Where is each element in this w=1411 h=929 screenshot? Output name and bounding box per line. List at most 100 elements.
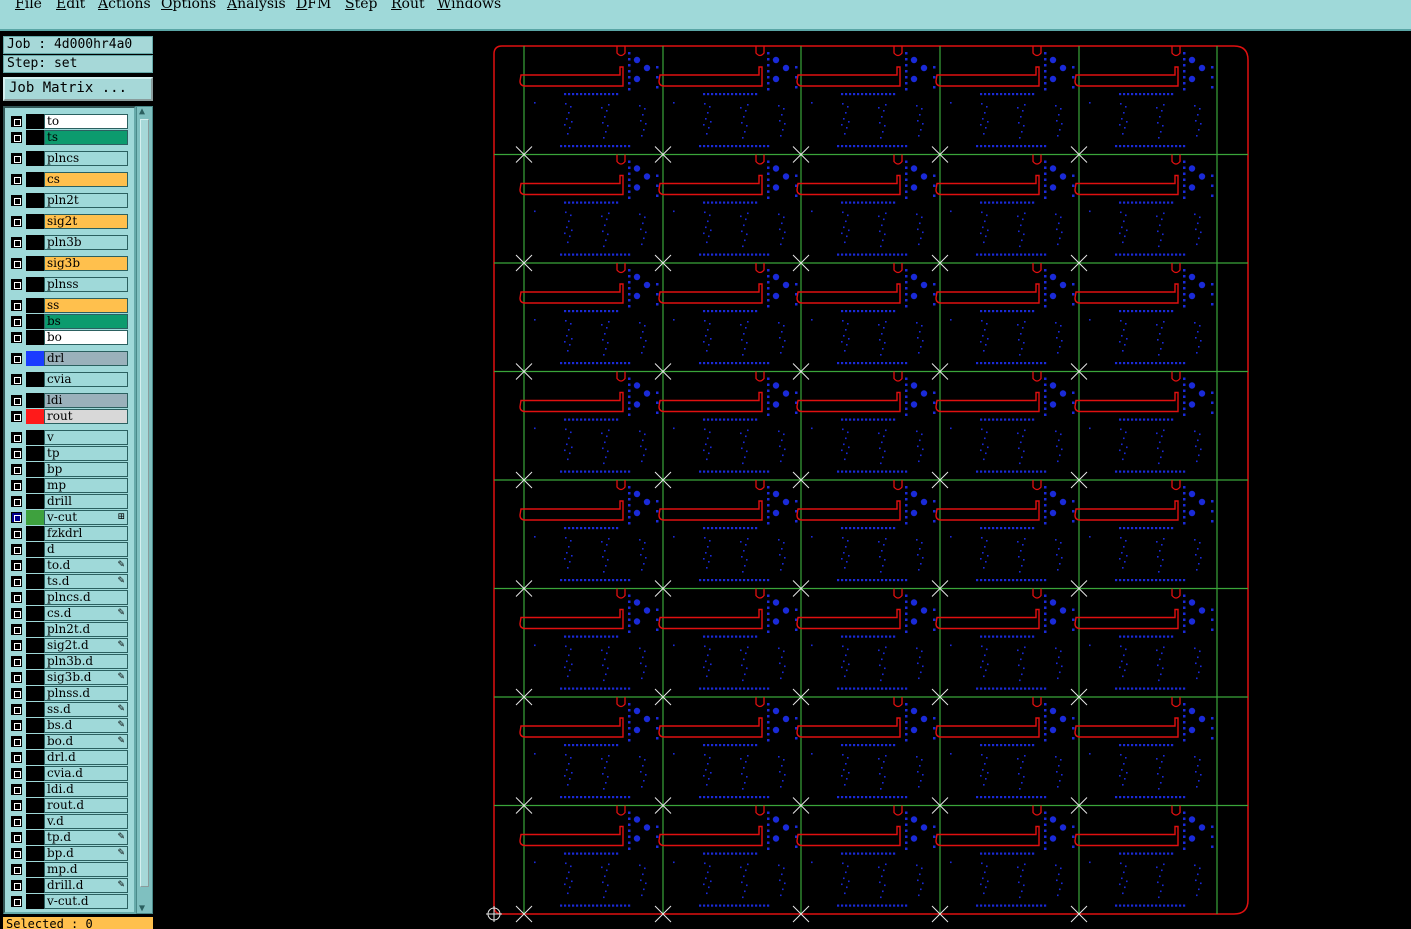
layer-checkbox[interactable]: [11, 640, 22, 651]
board-drawing[interactable]: [156, 33, 1411, 929]
layer-row-drl[interactable]: drl: [7, 351, 131, 366]
layer-row-v.d[interactable]: v.d: [7, 814, 131, 829]
layer-color-swatch[interactable]: [26, 314, 44, 329]
layer-checkbox[interactable]: [11, 480, 22, 491]
layer-checkbox[interactable]: [11, 704, 22, 715]
layer-row-mp[interactable]: mp: [7, 478, 131, 493]
layer-color-swatch[interactable]: [26, 494, 44, 509]
layer-checkbox[interactable]: [11, 592, 22, 603]
layer-color-swatch[interactable]: [26, 830, 44, 845]
layer-color-swatch[interactable]: [26, 277, 44, 292]
layer-checkbox[interactable]: [11, 116, 22, 127]
layer-row-pln3b.d[interactable]: pln3b.d: [7, 654, 131, 669]
layer-row-drill.d[interactable]: drill.d ✎: [7, 878, 131, 893]
menu-options[interactable]: Options: [161, 0, 216, 12]
layer-color-swatch[interactable]: [26, 256, 44, 271]
layer-row-tp[interactable]: tp: [7, 446, 131, 461]
layer-name[interactable]: cs.d ✎: [44, 606, 128, 621]
layer-row-bs.d[interactable]: bs.d ✎: [7, 718, 131, 733]
layer-checkbox[interactable]: [11, 448, 22, 459]
layer-row-plncs[interactable]: plncs: [7, 151, 131, 166]
layer-row-drl.d[interactable]: drl.d: [7, 750, 131, 765]
menu-windows[interactable]: Windows: [437, 0, 501, 12]
layer-checkbox[interactable]: [11, 353, 22, 364]
layer-color-swatch[interactable]: [26, 151, 44, 166]
menu-edit[interactable]: Edit: [56, 0, 85, 12]
layer-color-swatch[interactable]: [26, 654, 44, 669]
layer-row-ldi.d[interactable]: ldi.d: [7, 782, 131, 797]
layer-checkbox[interactable]: [11, 656, 22, 667]
layer-color-swatch[interactable]: [26, 409, 44, 424]
layer-color-swatch[interactable]: [26, 718, 44, 733]
layer-name[interactable]: rout.d: [44, 798, 128, 813]
layer-name[interactable]: ldi.d: [44, 782, 128, 797]
layer-name[interactable]: ss: [44, 298, 128, 313]
layer-row-rout.d[interactable]: rout.d: [7, 798, 131, 813]
layer-checkbox[interactable]: [11, 237, 22, 248]
layer-color-swatch[interactable]: [26, 734, 44, 749]
layer-list-scrollbar[interactable]: ▲ ▼: [136, 106, 153, 914]
layer-checkbox[interactable]: [11, 864, 22, 875]
layer-checkbox[interactable]: [11, 720, 22, 731]
layer-checkbox[interactable]: [11, 736, 22, 747]
layer-name[interactable]: plncs.d: [44, 590, 128, 605]
scroll-down-arrow-icon[interactable]: ▼: [139, 903, 145, 914]
layer-row-cs[interactable]: cs: [7, 172, 131, 187]
layer-row-tp.d[interactable]: tp.d ✎: [7, 830, 131, 845]
layer-name[interactable]: bs: [44, 314, 128, 329]
layer-name[interactable]: plnss.d: [44, 686, 128, 701]
layer-checkbox[interactable]: [11, 560, 22, 571]
layer-row-mp.d[interactable]: mp.d: [7, 862, 131, 877]
layer-checkbox[interactable]: [11, 174, 22, 185]
layer-checkbox[interactable]: [11, 608, 22, 619]
layer-color-swatch[interactable]: [26, 766, 44, 781]
layer-color-swatch[interactable]: [26, 462, 44, 477]
layer-checkbox[interactable]: [11, 432, 22, 443]
layer-row-bp[interactable]: bp: [7, 462, 131, 477]
layer-checkbox[interactable]: [11, 768, 22, 779]
layer-checkbox[interactable]: [11, 411, 22, 422]
layer-row-bo[interactable]: bo: [7, 330, 131, 345]
layer-name[interactable]: pln2t.d: [44, 622, 128, 637]
menu-step[interactable]: Step: [345, 0, 377, 12]
layer-color-swatch[interactable]: [26, 298, 44, 313]
layer-color-swatch[interactable]: [26, 638, 44, 653]
layer-name[interactable]: pln3b: [44, 235, 128, 250]
layer-checkbox[interactable]: [11, 784, 22, 795]
layer-color-swatch[interactable]: [26, 846, 44, 861]
layer-name[interactable]: fzkdrl: [44, 526, 128, 541]
layer-checkbox[interactable]: [11, 332, 22, 343]
layer-color-swatch[interactable]: [26, 330, 44, 345]
layer-color-swatch[interactable]: [26, 193, 44, 208]
layer-row-drill[interactable]: drill: [7, 494, 131, 509]
menu-dfm[interactable]: DFM: [296, 0, 331, 12]
layer-name[interactable]: tp.d ✎: [44, 830, 128, 845]
layer-row-rout[interactable]: rout: [7, 409, 131, 424]
layer-checkbox[interactable]: [11, 688, 22, 699]
layer-color-swatch[interactable]: [26, 670, 44, 685]
layer-name[interactable]: sig3b.d ✎: [44, 670, 128, 685]
layer-row-plnss[interactable]: plnss: [7, 277, 131, 292]
layer-color-swatch[interactable]: [26, 235, 44, 250]
layer-row-pln3b[interactable]: pln3b: [7, 235, 131, 250]
layer-color-swatch[interactable]: [26, 446, 44, 461]
layer-color-swatch[interactable]: [26, 558, 44, 573]
layer-name[interactable]: to: [44, 114, 128, 129]
layer-color-swatch[interactable]: [26, 686, 44, 701]
layer-name[interactable]: bo: [44, 330, 128, 345]
layer-checkbox[interactable]: [11, 848, 22, 859]
layer-row-ldi[interactable]: ldi: [7, 393, 131, 408]
layer-row-sig3b[interactable]: sig3b: [7, 256, 131, 271]
layer-name[interactable]: drill.d ✎: [44, 878, 128, 893]
layer-row-ts[interactable]: ts: [7, 130, 131, 145]
layer-name[interactable]: mp.d: [44, 862, 128, 877]
layer-checkbox[interactable]: [11, 464, 22, 475]
layer-row-bp.d[interactable]: bp.d ✎: [7, 846, 131, 861]
layer-row-ss[interactable]: ss: [7, 298, 131, 313]
layer-color-swatch[interactable]: [26, 590, 44, 605]
layer-row-ss.d[interactable]: ss.d ✎: [7, 702, 131, 717]
layer-name[interactable]: ts: [44, 130, 128, 145]
layer-name[interactable]: sig3b: [44, 256, 128, 271]
layer-checkbox[interactable]: [11, 132, 22, 143]
layer-name[interactable]: pln3b.d: [44, 654, 128, 669]
